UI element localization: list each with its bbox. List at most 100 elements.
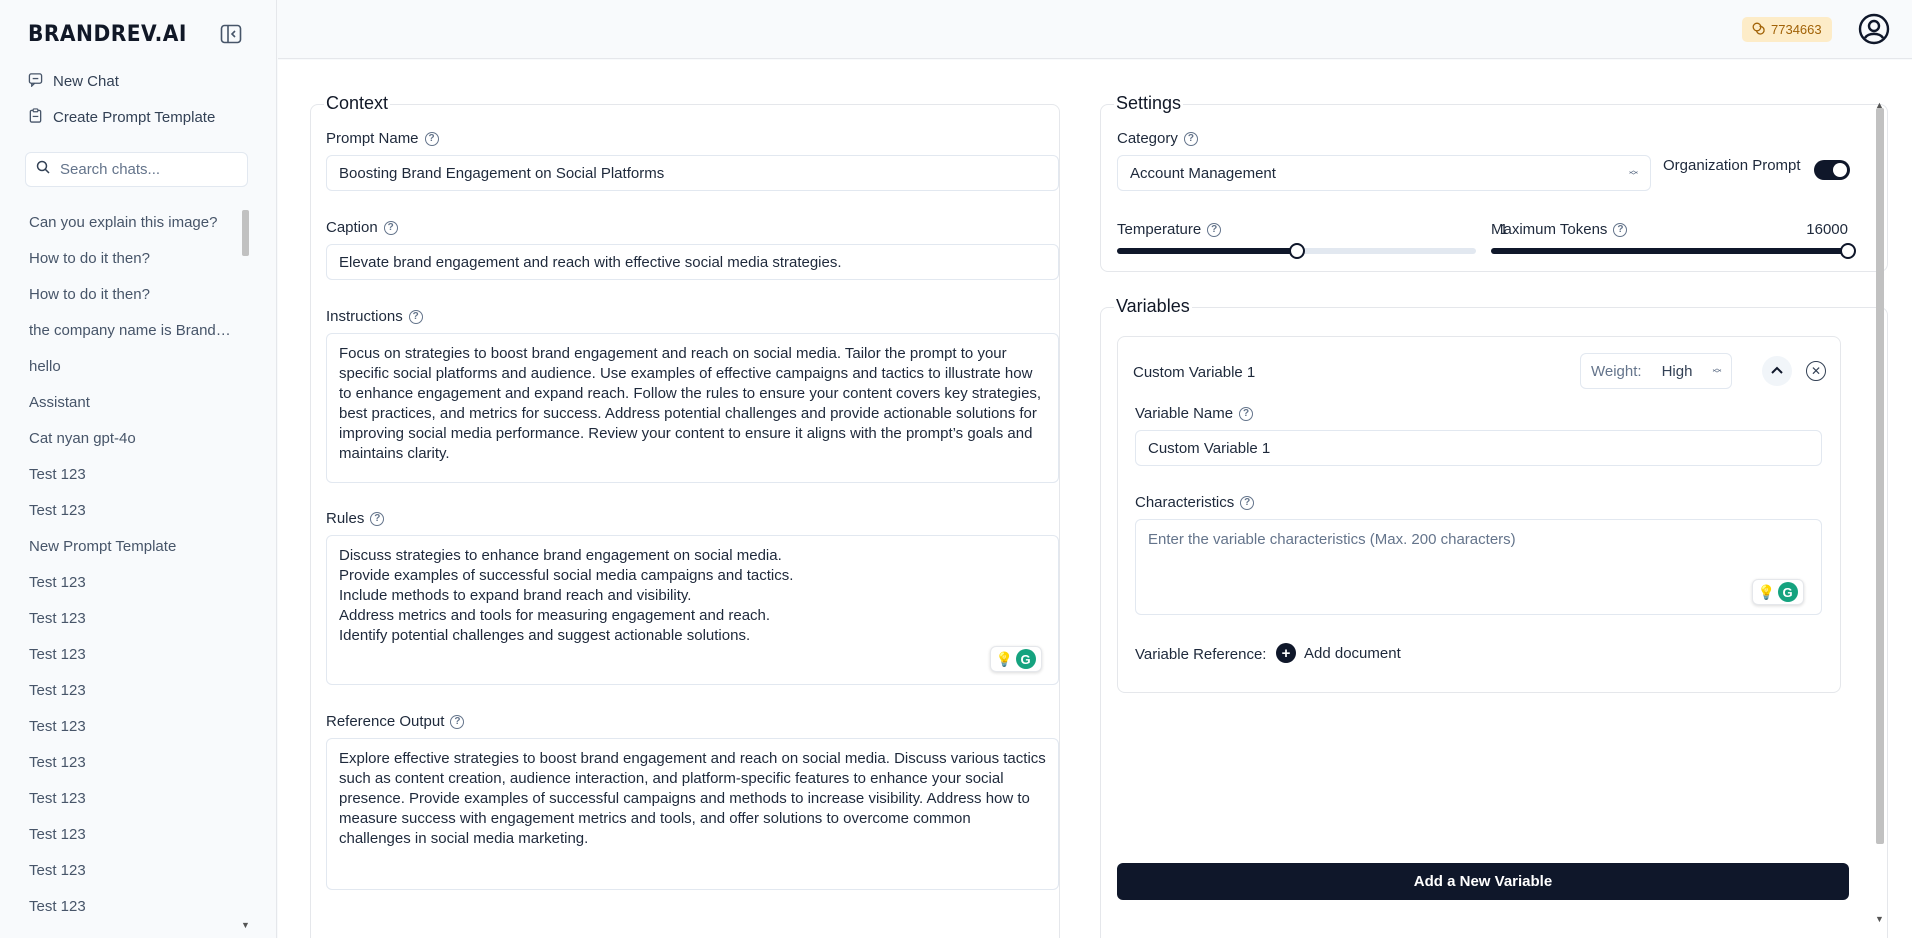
new-chat-label: New Chat: [53, 72, 119, 90]
close-icon: ✕: [1810, 364, 1822, 378]
help-icon[interactable]: ?: [1207, 222, 1222, 237]
category-value: Account Management: [1130, 164, 1276, 182]
chat-item[interactable]: the company name is Brandrev: [0, 312, 240, 348]
max-tokens-value: 16000: [1806, 221, 1848, 238]
chat-item[interactable]: Test 123: [0, 456, 240, 492]
max-tokens-label: Maximum Tokens?: [1491, 221, 1628, 238]
grammarly-icon: G: [1015, 649, 1036, 669]
characteristics-textarea[interactable]: Enter the variable characteristics (Max.…: [1135, 519, 1822, 615]
chat-item[interactable]: Test 123: [0, 564, 240, 600]
weight-select[interactable]: Weight: High ︿ ﹀: [1580, 353, 1733, 389]
main-scrollbar[interactable]: ▲ ▼: [1874, 100, 1886, 924]
max-tokens-slider-fill: [1491, 248, 1848, 254]
help-icon[interactable]: ?: [1239, 406, 1254, 421]
chat-item[interactable]: Test 123: [0, 852, 240, 888]
top-bar: 7734663: [278, 0, 1912, 59]
clipboard-icon: [28, 107, 43, 127]
chat-icon: [28, 72, 43, 91]
chat-item[interactable]: How to do it then?: [0, 240, 240, 276]
add-document-button[interactable]: + Add document: [1276, 643, 1401, 663]
toggle-knob: [1833, 163, 1847, 177]
variable-title: Custom Variable 1: [1133, 364, 1256, 381]
help-icon[interactable]: ?: [424, 131, 439, 146]
chat-item[interactable]: How to do it then?: [0, 276, 240, 312]
scrollbar-thumb[interactable]: [1876, 108, 1884, 844]
help-icon[interactable]: ?: [370, 511, 385, 526]
organization-prompt-toggle[interactable]: [1814, 160, 1850, 180]
grammarly-widget[interactable]: 💡 G: [1752, 579, 1804, 605]
reference-output-textarea[interactable]: Explore effective strategies to boost br…: [326, 738, 1059, 890]
search-chats-input[interactable]: [60, 161, 230, 178]
add-new-variable-button[interactable]: Add a New Variable: [1117, 863, 1849, 900]
coins-icon: [1752, 22, 1765, 38]
scroll-down-arrow-icon[interactable]: ▼: [241, 920, 250, 930]
chat-item[interactable]: Assistant: [0, 384, 240, 420]
chat-item[interactable]: hello: [0, 348, 240, 384]
help-icon[interactable]: ?: [408, 309, 423, 324]
variables-legend: Variables: [1114, 296, 1192, 317]
create-template-label: Create Prompt Template: [53, 108, 216, 126]
chat-item[interactable]: Test 123: [0, 600, 240, 636]
variable-name-label: Variable Name?: [1135, 405, 1254, 422]
weight-value: High: [1661, 362, 1693, 380]
add-document-label: Add document: [1304, 644, 1401, 662]
temperature-slider-thumb[interactable]: [1288, 243, 1305, 259]
scroll-down-arrow-icon[interactable]: ▼: [1875, 914, 1884, 924]
help-icon[interactable]: ?: [1613, 222, 1628, 237]
chat-item[interactable]: Test 123: [0, 744, 240, 780]
credits-badge: 7734663: [1742, 17, 1832, 42]
chat-history-list: Can you explain this image? How to do it…: [0, 204, 240, 924]
lightbulb-icon: 💡: [1757, 583, 1776, 600]
collapse-variable-button[interactable]: [1762, 356, 1792, 386]
rules-textarea[interactable]: Discuss strategies to enhance brand enga…: [326, 535, 1059, 685]
chat-item[interactable]: New Prompt Template: [0, 528, 240, 564]
collapse-sidebar-icon[interactable]: [220, 24, 244, 46]
sidebar-scrollbar[interactable]: ▼: [241, 204, 250, 930]
chat-item[interactable]: Test 123: [0, 780, 240, 816]
chat-item[interactable]: Test 123: [0, 708, 240, 744]
category-select[interactable]: Account Management ︿ ﹀: [1117, 155, 1651, 191]
instructions-textarea[interactable]: Focus on strategies to boost brand engag…: [326, 333, 1059, 483]
variable-card: Custom Variable 1 Weight: High ︿ ﹀ ✕ Vari…: [1117, 336, 1841, 693]
create-prompt-template-button[interactable]: Create Prompt Template: [28, 105, 215, 129]
search-icon: [36, 160, 50, 179]
chat-item[interactable]: Test 123: [0, 672, 240, 708]
scrollbar-thumb[interactable]: [242, 210, 249, 256]
chat-item[interactable]: Cat nyan gpt-4o: [0, 420, 240, 456]
caption-input[interactable]: Elevate brand engagement and reach with …: [326, 244, 1059, 280]
new-chat-button[interactable]: New Chat: [28, 69, 119, 93]
chevron-updown-icon: ︿ ﹀: [1712, 363, 1722, 379]
chat-item[interactable]: Test 123: [0, 888, 240, 924]
variable-reference-label: Variable Reference:: [1135, 646, 1267, 663]
user-account-icon[interactable]: [1858, 13, 1890, 45]
weight-label: Weight:: [1591, 362, 1642, 380]
help-icon[interactable]: ?: [383, 220, 398, 235]
variable-name-input[interactable]: Custom Variable 1: [1135, 430, 1822, 466]
chat-item[interactable]: Test 123: [0, 816, 240, 852]
chat-item[interactable]: Test 123: [0, 636, 240, 672]
brand-logo: BRANDREV.AI: [28, 22, 187, 47]
help-icon[interactable]: ?: [450, 714, 465, 729]
max-tokens-slider-thumb[interactable]: [1840, 243, 1856, 259]
sidebar: BRANDREV.AI New Chat Create Prompt Templ…: [0, 0, 277, 938]
settings-legend: Settings: [1114, 93, 1184, 114]
prompt-name-input[interactable]: Boosting Brand Engagement on Social Plat…: [326, 155, 1059, 191]
caption-label: Caption?: [326, 219, 398, 236]
temperature-slider[interactable]: [1117, 243, 1476, 259]
help-icon[interactable]: ?: [1183, 131, 1198, 146]
plus-icon: +: [1276, 643, 1296, 663]
chevron-updown-icon: ︿ ﹀: [1628, 165, 1638, 181]
reference-output-label: Reference Output?: [326, 713, 465, 730]
remove-variable-button[interactable]: ✕: [1806, 361, 1826, 381]
instructions-label: Instructions?: [326, 308, 423, 325]
chevron-up-icon: [1770, 362, 1784, 380]
help-icon[interactable]: ?: [1240, 495, 1255, 510]
chat-item[interactable]: Test 123: [0, 492, 240, 528]
max-tokens-slider[interactable]: [1491, 243, 1856, 259]
temperature-slider-fill: [1117, 248, 1297, 254]
grammarly-widget[interactable]: 💡 G: [990, 646, 1042, 672]
chat-item[interactable]: Can you explain this image?: [0, 204, 240, 240]
temperature-label: Temperature?: [1117, 221, 1222, 238]
grammarly-icon: G: [1777, 582, 1798, 602]
search-box: [25, 152, 248, 187]
